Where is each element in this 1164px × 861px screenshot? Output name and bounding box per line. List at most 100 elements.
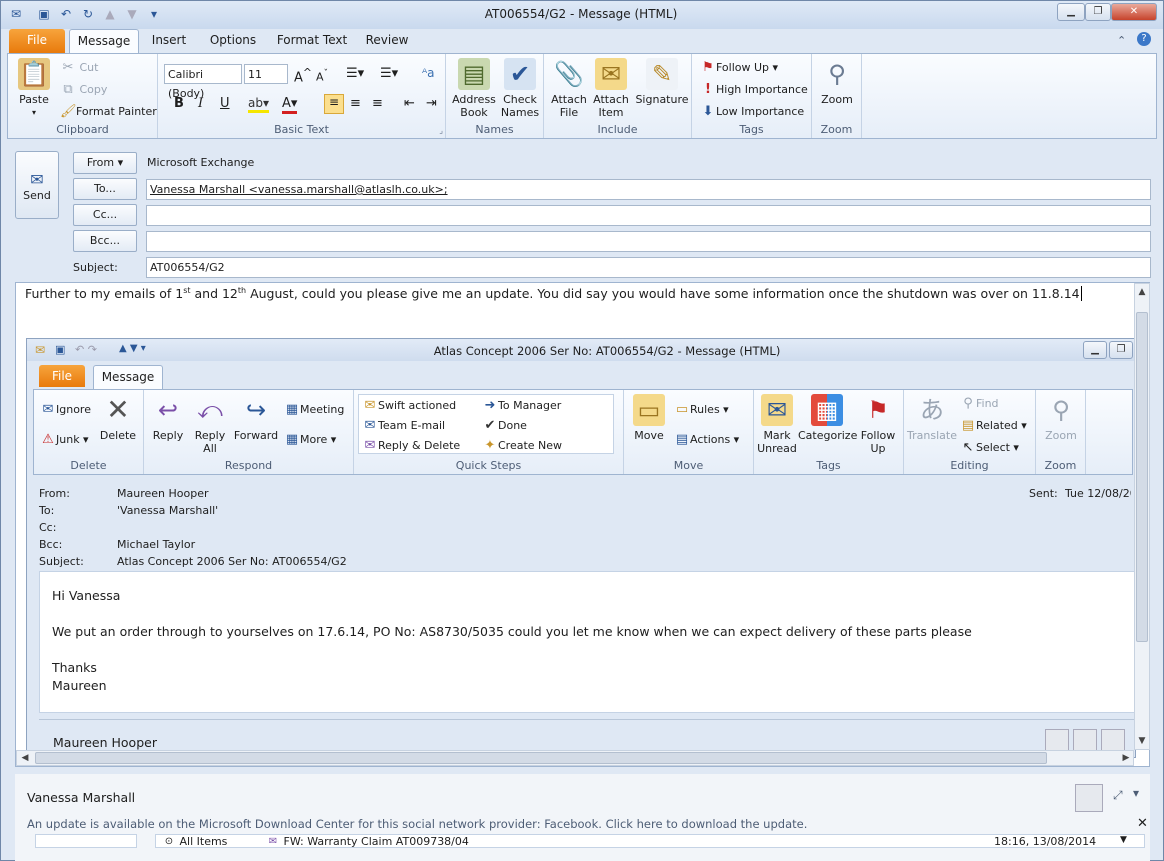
tab-message[interactable]: Message bbox=[69, 29, 139, 53]
scroll-left-icon[interactable]: ◀ bbox=[18, 751, 32, 765]
tab-review[interactable]: Review bbox=[359, 29, 415, 53]
collapse-people-pane-icon[interactable]: ▾ bbox=[1133, 786, 1139, 800]
attach-item-button[interactable]: ✉ Attach Item bbox=[590, 58, 632, 119]
expand-people-pane-icon[interactable]: ⤢ bbox=[1113, 788, 1123, 803]
inner-zoom-icon: ⚲ bbox=[1052, 396, 1070, 424]
align-right-icon[interactable]: ≡ bbox=[372, 96, 383, 111]
bullets-icon[interactable]: ☰▾ bbox=[346, 66, 364, 81]
inner-reply-all: ⤺ Reply All bbox=[190, 394, 230, 455]
to-recipient[interactable]: Vanessa Marshall <vanessa.marshall@atlas… bbox=[150, 183, 448, 196]
outlook-icon[interactable]: ✉ bbox=[9, 7, 23, 21]
save-icon[interactable]: ▣ bbox=[37, 7, 51, 21]
underline-button[interactable]: U bbox=[220, 96, 230, 111]
scroll-down-icon[interactable]: ▼ bbox=[1135, 734, 1149, 748]
activity-dropdown-icon[interactable]: ▼ bbox=[1120, 835, 1127, 845]
text-caret bbox=[1080, 286, 1082, 302]
update-notice[interactable]: An update is available on the Microsoft … bbox=[27, 817, 807, 831]
zoom-button[interactable]: ⚲ Zoom bbox=[816, 58, 858, 106]
activity-item[interactable]: ✉ FW: Warranty Claim AT009738/04 bbox=[266, 835, 469, 847]
dialog-launcher-icon[interactable]: ⌟ bbox=[439, 126, 443, 135]
people-tab-strip[interactable] bbox=[35, 834, 137, 848]
to-field[interactable]: Vanessa Marshall <vanessa.marshall@atlas… bbox=[146, 179, 1151, 200]
tab-options[interactable]: Options bbox=[201, 29, 265, 53]
up-icon[interactable]: ▲ bbox=[103, 7, 117, 21]
follow-up-flag-icon: ⚑ bbox=[867, 396, 889, 424]
done-label: Done bbox=[498, 419, 527, 432]
categorize-label: Categorize bbox=[798, 429, 858, 442]
vertical-scrollbar[interactable]: ▲ ▼ bbox=[1134, 283, 1150, 750]
from-button[interactable]: From ▾ bbox=[73, 152, 137, 174]
redo-icon[interactable]: ↻ bbox=[81, 7, 95, 21]
font-color-icon[interactable]: A▾ bbox=[282, 96, 298, 114]
highlight-icon[interactable]: ab▾ bbox=[248, 96, 269, 113]
to-button[interactable]: To... bbox=[73, 178, 137, 200]
collapse-ribbon-icon[interactable]: ⌃ bbox=[1117, 34, 1126, 47]
paste-button[interactable]: 📋 Paste ▾ bbox=[12, 58, 56, 119]
font-size-box[interactable]: 11 bbox=[244, 64, 288, 84]
increase-indent-icon[interactable]: ⇥ bbox=[426, 96, 437, 111]
copy-button[interactable]: ⧉ Copy bbox=[60, 82, 107, 98]
shrink-font-icon[interactable]: Aˇ bbox=[316, 68, 328, 84]
high-importance-button[interactable]: ! High Importance bbox=[700, 82, 808, 98]
styles-icon[interactable]: ᴬa bbox=[422, 66, 435, 80]
undo-icon[interactable]: ↶ bbox=[59, 7, 73, 21]
vertical-scroll-thumb[interactable] bbox=[1136, 312, 1148, 642]
scroll-up-icon[interactable]: ▲ bbox=[1135, 285, 1149, 299]
customize-toolbar-icon[interactable]: ▾ bbox=[147, 7, 161, 21]
maximize-button[interactable]: ❐ bbox=[1085, 3, 1111, 21]
bcc-button[interactable]: Bcc... bbox=[73, 230, 137, 252]
close-notice-icon[interactable]: ✕ bbox=[1137, 816, 1148, 831]
bcc-field[interactable] bbox=[146, 231, 1151, 252]
low-importance-button[interactable]: ⬇ Low Importance bbox=[700, 104, 805, 120]
select-cursor-icon: ↖ bbox=[962, 440, 974, 455]
signature-button[interactable]: ✎ Signature bbox=[634, 58, 690, 106]
body-part-a: Further to my emails of 1 bbox=[25, 286, 184, 302]
inner-zoom-group-label: Zoom bbox=[1044, 459, 1077, 472]
message-body[interactable]: Further to my emails of 1st and 12th Aug… bbox=[15, 282, 1150, 767]
italic-button[interactable]: I bbox=[198, 96, 203, 111]
format-painter-button[interactable]: 🖌Format Painter bbox=[60, 104, 157, 120]
down-icon[interactable]: ▼ bbox=[125, 7, 139, 21]
select-label: Select bbox=[976, 441, 1010, 454]
send-button[interactable]: ✉ Send bbox=[15, 151, 59, 219]
cc-field[interactable] bbox=[146, 205, 1151, 226]
horizontal-scroll-thumb[interactable] bbox=[35, 752, 1047, 764]
inner-message-body: Hi Vanessa We put an order through to yo… bbox=[39, 571, 1135, 713]
cut-button[interactable]: ✂ Cut bbox=[60, 60, 99, 76]
inner-follow-up-label: Follow Up bbox=[860, 429, 896, 455]
close-button[interactable]: ✕ bbox=[1111, 3, 1157, 21]
inner-quick-steps-group: ✉ Swift actioned ✉ Team E-mail ✉ Reply & De… bbox=[354, 390, 624, 474]
copy-icon: ⧉ bbox=[63, 82, 73, 97]
ignore-icon: ✉ bbox=[42, 402, 54, 417]
tab-insert[interactable]: Insert bbox=[145, 29, 193, 53]
scroll-right-icon[interactable]: ▶ bbox=[1119, 751, 1133, 765]
inner-select: ↖ Select ▾ bbox=[960, 440, 1019, 456]
subject-field[interactable]: AT006554/G2 bbox=[146, 257, 1151, 278]
inner-tags-group-label: Tags bbox=[816, 459, 841, 472]
check-names-button[interactable]: ✔ Check Names bbox=[498, 58, 542, 119]
font-name-box[interactable]: Calibri (Body) bbox=[164, 64, 242, 100]
follow-up-button[interactable]: ⚑ Follow Up ▾ bbox=[700, 60, 778, 76]
grow-font-icon[interactable]: A^ bbox=[294, 66, 312, 85]
address-book-button[interactable]: ▤ Address Book bbox=[452, 58, 496, 119]
align-left-icon[interactable]: ≡ bbox=[324, 94, 344, 114]
all-items-row[interactable]: ⊙ All Items bbox=[162, 835, 228, 847]
inner-quick-steps-label: Quick Steps bbox=[455, 459, 522, 472]
minimize-button[interactable]: ▁ bbox=[1057, 3, 1085, 21]
inner-subject-label: Subject: bbox=[39, 555, 84, 568]
help-icon[interactable]: ? bbox=[1137, 32, 1151, 46]
tab-file[interactable]: File bbox=[9, 29, 65, 53]
horizontal-scrollbar[interactable]: ◀ ▶ bbox=[16, 750, 1134, 766]
send-label: Send bbox=[23, 189, 51, 202]
numbering-icon[interactable]: ☰▾ bbox=[380, 66, 398, 81]
tab-format-text[interactable]: Format Text bbox=[273, 29, 351, 53]
decrease-indent-icon[interactable]: ⇤ bbox=[404, 96, 415, 111]
contact-avatar[interactable] bbox=[1075, 784, 1103, 812]
people-pane-name[interactable]: Vanessa Marshall bbox=[27, 790, 135, 805]
bold-button[interactable]: B bbox=[174, 96, 184, 111]
inner-delete: ✕ Delete bbox=[98, 394, 138, 443]
cc-button[interactable]: Cc... bbox=[73, 204, 137, 226]
align-center-icon[interactable]: ≡ bbox=[350, 96, 361, 111]
font-size-value: 11 bbox=[248, 68, 262, 81]
attach-file-button[interactable]: 📎 Attach File bbox=[548, 58, 590, 119]
